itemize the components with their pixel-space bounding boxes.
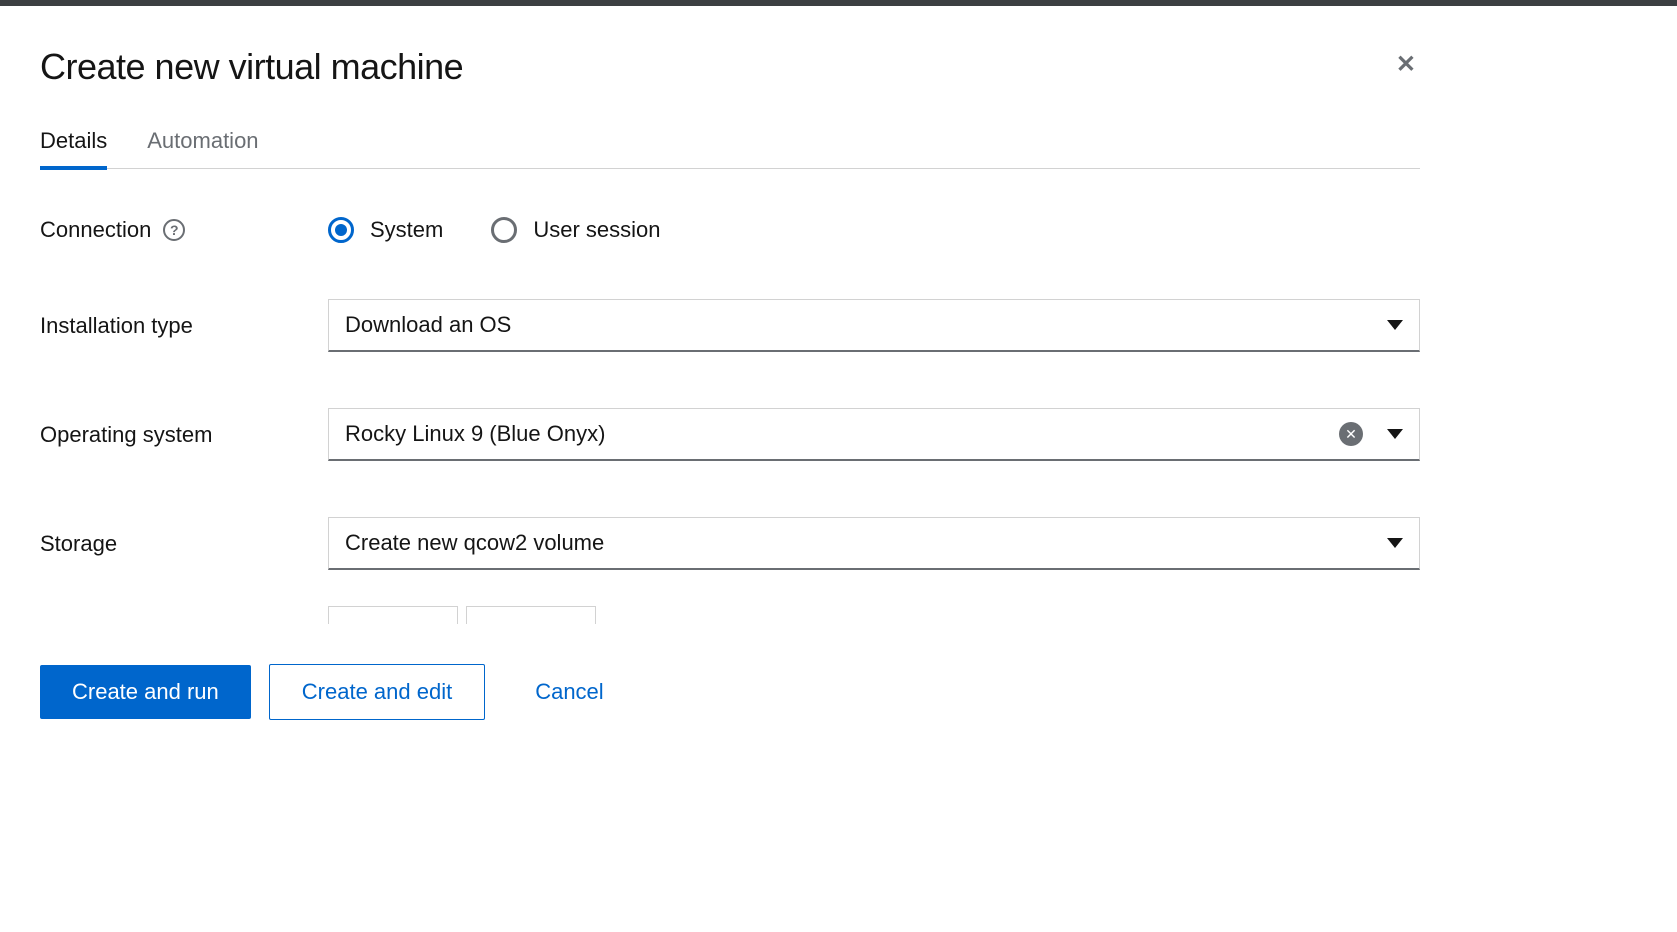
tab-automation[interactable]: Automation	[147, 116, 258, 170]
storage-control: Create new qcow2 volume	[328, 517, 1420, 570]
connection-radio-group: System User session	[328, 217, 1420, 243]
dialog-title: Create new virtual machine	[40, 46, 463, 88]
chevron-down-icon	[1387, 538, 1403, 548]
clear-icon[interactable]: ✕	[1339, 422, 1363, 446]
tab-details[interactable]: Details	[40, 116, 107, 170]
operating-system-select[interactable]: Rocky Linux 9 (Blue Onyx) ✕	[328, 408, 1420, 461]
label-operating-system-text: Operating system	[40, 422, 212, 448]
create-vm-dialog: Create new virtual machine ✕ Details Aut…	[0, 6, 1460, 760]
radio-label-user: User session	[533, 217, 660, 243]
chevron-down-icon	[1387, 320, 1403, 330]
label-connection-text: Connection	[40, 217, 151, 243]
cancel-button[interactable]: Cancel	[503, 665, 635, 719]
installation-type-select[interactable]: Download an OS	[328, 299, 1420, 352]
installation-type-value: Download an OS	[345, 312, 1371, 338]
tab-bar: Details Automation	[40, 116, 1420, 169]
label-installation-type: Installation type	[40, 313, 328, 339]
help-icon[interactable]: ?	[163, 219, 185, 241]
operating-system-control: Rocky Linux 9 (Blue Onyx) ✕	[328, 408, 1420, 461]
close-icon[interactable]: ✕	[1392, 46, 1420, 83]
label-storage: Storage	[40, 531, 328, 557]
label-connection: Connection ?	[40, 217, 328, 243]
installation-type-control: Download an OS	[328, 299, 1420, 352]
select-right-controls: ✕	[1339, 422, 1403, 446]
row-installation-type: Installation type Download an OS	[40, 299, 1420, 352]
storage-select[interactable]: Create new qcow2 volume	[328, 517, 1420, 570]
partial-inputs-row	[328, 606, 1420, 624]
row-operating-system: Operating system Rocky Linux 9 (Blue Ony…	[40, 408, 1420, 461]
chevron-down-icon	[1387, 429, 1403, 439]
radio-system[interactable]: System	[328, 217, 443, 243]
create-and-run-button[interactable]: Create and run	[40, 665, 251, 719]
row-storage: Storage Create new qcow2 volume	[40, 517, 1420, 570]
radio-dot	[335, 224, 347, 236]
operating-system-value: Rocky Linux 9 (Blue Onyx)	[345, 421, 1323, 447]
radio-user-session[interactable]: User session	[491, 217, 660, 243]
partial-input-2[interactable]	[466, 606, 596, 624]
radio-circle-system	[328, 217, 354, 243]
radio-label-system: System	[370, 217, 443, 243]
label-storage-text: Storage	[40, 531, 117, 557]
create-and-edit-button[interactable]: Create and edit	[269, 664, 485, 720]
dialog-footer: Create and run Create and edit Cancel	[40, 664, 1420, 720]
partial-input-1[interactable]	[328, 606, 458, 624]
dialog-header: Create new virtual machine ✕	[40, 46, 1420, 88]
label-installation-type-text: Installation type	[40, 313, 193, 339]
storage-value: Create new qcow2 volume	[345, 530, 1371, 556]
label-operating-system: Operating system	[40, 422, 328, 448]
radio-circle-user	[491, 217, 517, 243]
row-connection: Connection ? System User session	[40, 217, 1420, 243]
